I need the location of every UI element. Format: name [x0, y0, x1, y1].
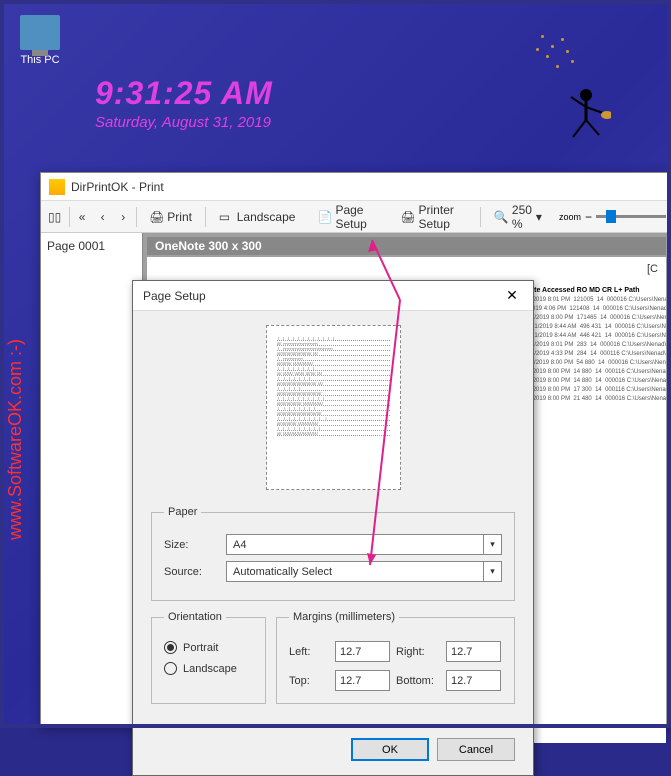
print-button[interactable]: 🖨 Print [140, 205, 201, 229]
close-button[interactable]: ✕ [491, 281, 533, 311]
page-preview: ＬＬＬＬＬＬＬＬＬＬＬＬＷ ｍｍｍｍｍｍｍ Ｌ ｍｍｍｍｍｍｍｍｍｍＷＷＷＷＷＷ… [266, 325, 401, 490]
chevron-down-icon: ▾ [536, 210, 542, 224]
window-titlebar[interactable]: DirPrintOK - Print [41, 173, 670, 201]
ok-button[interactable]: OK [351, 738, 429, 761]
landscape-icon: ▭ [219, 210, 233, 224]
prev-page-button[interactable]: ‹ [94, 205, 111, 229]
column-marker: [C [647, 263, 658, 275]
portrait-radio[interactable]: Portrait [164, 641, 253, 654]
chevron-down-icon: ▾ [483, 534, 501, 555]
printer-icon: 🖨 [149, 210, 163, 224]
printer-setup-button[interactable]: 🖨 Printer Setup [392, 205, 477, 229]
zoom-slider[interactable]: zoom − [559, 210, 666, 224]
computer-icon [20, 15, 60, 50]
next-page-button[interactable]: › [115, 205, 132, 229]
page-number-label: Page 0001 [47, 239, 136, 253]
landscape-radio[interactable]: Landscape [164, 662, 253, 675]
view-toggle-button[interactable]: ▯▯ [45, 205, 65, 229]
cancel-button[interactable]: Cancel [437, 738, 515, 761]
close-icon: ✕ [506, 287, 518, 304]
window-title: DirPrintOK - Print [71, 180, 164, 194]
page-setup-button[interactable]: 📄 Page Setup [308, 205, 387, 229]
source-select[interactable]: Automatically Select ▾ [226, 561, 502, 582]
margin-left-input[interactable]: 12.7 [335, 641, 390, 662]
desktop-clock: 9:31:25 AM Saturday, August 31, 2019 [95, 75, 273, 131]
page-panel: Page 0001 [41, 233, 143, 727]
dialog-body: ＬＬＬＬＬＬＬＬＬＬＬＬＷ ｍｍｍｍｍｍｍ Ｌ ｍｍｍｍｍｍｍｍｍｍＷＷＷＷＷＷ… [133, 311, 533, 728]
margin-left-label: Left: [289, 646, 329, 658]
dialog-buttons: OK Cancel [133, 728, 533, 775]
page-setup-dialog: Page Setup ✕ ＬＬＬＬＬＬＬＬＬＬＬＬＷ ｍｍｍｍｍｍｍ Ｌ ｍｍｍ… [132, 280, 534, 776]
size-label: Size: [164, 539, 216, 551]
this-pc-icon[interactable]: This PC [20, 15, 60, 66]
margin-top-input[interactable]: 12.7 [335, 670, 390, 691]
chevron-down-icon: ▾ [483, 561, 501, 582]
decorative-figure [561, 85, 611, 145]
dialog-title: Page Setup [143, 289, 206, 303]
toolbar: ▯▯ « ‹ › 🖨 Print ▭ Landscape 📄 Page Setu… [41, 201, 670, 233]
clock-time: 9:31:25 AM [95, 75, 273, 112]
watermark-left: www.SoftwareOK.com :-) [5, 339, 26, 540]
margin-bottom-label: Bottom: [396, 675, 440, 687]
paper-legend: Paper [164, 506, 201, 518]
margin-right-input[interactable]: 12.7 [446, 641, 501, 662]
margin-top-label: Top: [289, 675, 329, 687]
slider-thumb[interactable] [606, 210, 616, 223]
margins-legend: Margins (millimeters) [289, 611, 399, 623]
first-page-button[interactable]: « [74, 205, 91, 229]
source-label: Source: [164, 566, 216, 578]
margin-bottom-input[interactable]: 12.7 [446, 670, 501, 691]
page-icon: 📄 [317, 210, 331, 224]
printer-icon: 🖨 [401, 210, 415, 224]
decorative-seeds [531, 30, 591, 90]
app-icon [49, 179, 65, 195]
radio-icon [164, 662, 177, 675]
paper-fieldset: Paper Size: A4 ▾ Source: Automatically S… [151, 506, 515, 601]
orientation-fieldset: Orientation Portrait Landscape [151, 611, 266, 704]
document-title: OneNote 300 x 300 [147, 237, 666, 255]
zoom-dropdown[interactable]: 🔍 250 % ▾ [485, 205, 551, 229]
slider-track[interactable] [596, 215, 666, 218]
dialog-titlebar[interactable]: Page Setup ✕ [133, 281, 533, 311]
clock-date: Saturday, August 31, 2019 [95, 114, 273, 131]
desktop-background: This PC 9:31:25 AM Saturday, August 31, … [0, 0, 671, 728]
columns-icon: ▯▯ [48, 210, 62, 224]
margins-fieldset: Margins (millimeters) Left: 12.7 Right: … [276, 611, 515, 704]
landscape-button[interactable]: ▭ Landscape [210, 205, 305, 229]
zoom-icon: 🔍 [494, 210, 508, 224]
size-select[interactable]: A4 ▾ [226, 534, 502, 555]
margin-right-label: Right: [396, 646, 440, 658]
orientation-legend: Orientation [164, 611, 226, 623]
radio-icon [164, 641, 177, 654]
